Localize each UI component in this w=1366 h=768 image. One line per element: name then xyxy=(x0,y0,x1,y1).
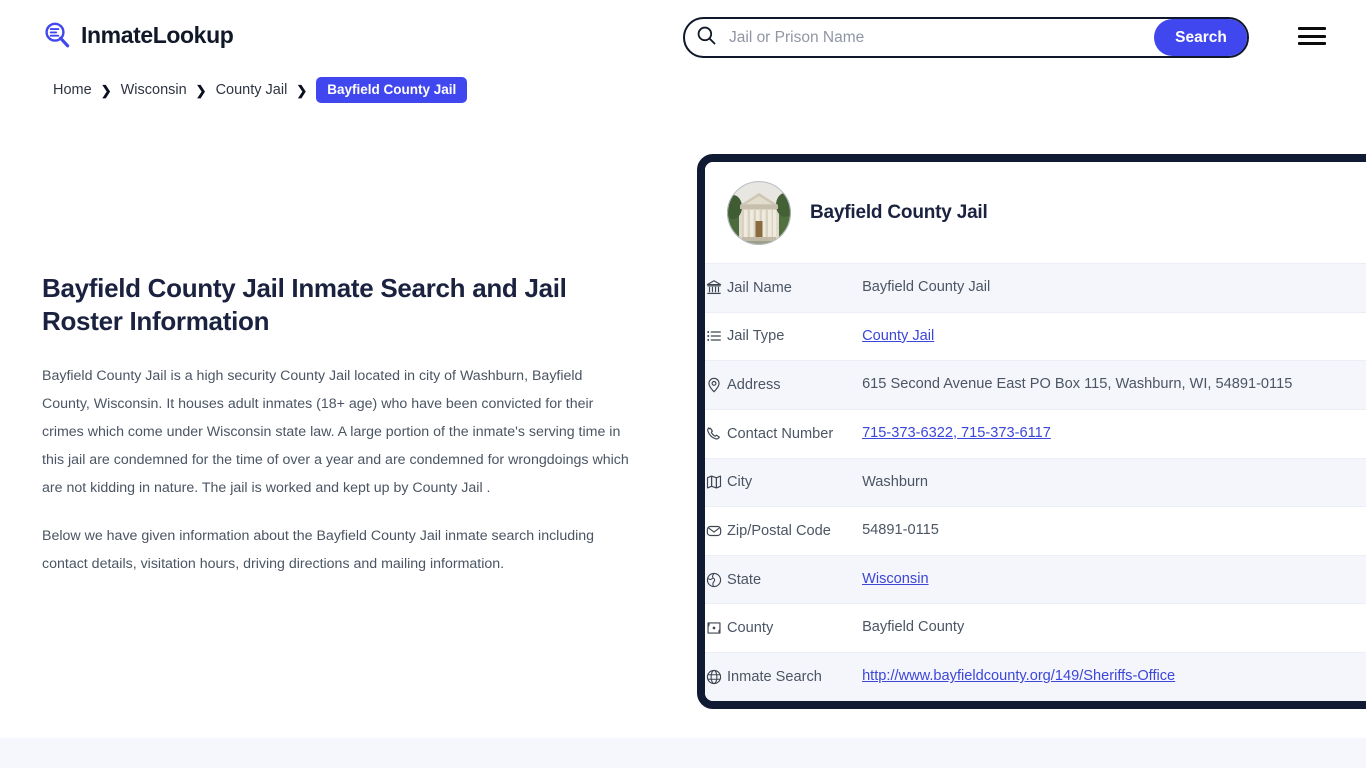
map-icon xyxy=(705,458,727,507)
row-value: http://www.bayfieldcounty.org/149/Sherif… xyxy=(862,653,1366,701)
intro-paragraph-1: Bayfield County Jail is a high security … xyxy=(42,367,629,496)
row-label: City xyxy=(727,474,753,491)
row-label: Jail Name xyxy=(727,279,792,296)
row-label: County xyxy=(727,620,774,637)
jail-info-table: Jail Name Bayfield County Jail Jail Type… xyxy=(705,263,1366,701)
county-map-icon xyxy=(705,604,727,653)
magnifier-list-icon xyxy=(42,20,72,50)
search-input[interactable] xyxy=(723,19,1154,56)
chevron-right-icon: ❯ xyxy=(296,82,308,98)
table-row: Jail Name Bayfield County Jail xyxy=(705,263,1366,313)
intro-paragraph-2: Below we have given information about th… xyxy=(42,528,595,573)
table-row: State Wisconsin xyxy=(705,555,1366,604)
breadcrumb-item-wisconsin[interactable]: Wisconsin xyxy=(121,82,187,98)
row-value: Washburn xyxy=(862,473,929,490)
hamburger-bar xyxy=(1298,27,1326,30)
row-label: Inmate Search xyxy=(727,668,822,685)
www-globe-icon xyxy=(705,653,727,701)
breadcrumb-item-county-jail[interactable]: County Jail xyxy=(216,82,288,98)
row-label: Jail Type xyxy=(727,328,785,345)
row-value: 715-373-6322, 715-373-6117 xyxy=(862,409,1366,458)
search-icon xyxy=(696,25,717,51)
chevron-right-icon: ❯ xyxy=(100,82,112,98)
article-column: Bayfield County Jail Inmate Search and J… xyxy=(42,272,642,578)
phone-icon xyxy=(705,409,727,458)
courthouse-photo xyxy=(727,181,791,245)
search-bar: Search xyxy=(683,17,1249,58)
hamburger-menu-icon[interactable] xyxy=(1298,25,1326,47)
page-title: Bayfield County Jail Inmate Search and J… xyxy=(42,273,567,336)
row-value: County Jail xyxy=(862,312,1366,361)
row-label: State xyxy=(727,571,762,588)
search-button[interactable]: Search xyxy=(1154,19,1247,56)
table-row: Zip/Postal Code 54891-0115 xyxy=(705,506,1366,556)
page-root: InmateLookup Search Home ❯ Wisconsin ❯ C… xyxy=(0,0,1366,768)
table-row: City Washburn xyxy=(705,458,1366,507)
table-row: Contact Number 715-373-6322, 715-373-611… xyxy=(705,409,1366,459)
bank-icon xyxy=(705,264,727,313)
card-header: Bayfield County Jail xyxy=(705,162,1366,263)
contact-number-link[interactable]: 715-373-6322, 715-373-6117 xyxy=(862,425,1051,441)
row-value: Bayfield County Jail xyxy=(862,279,991,295)
breadcrumb-item-current: Bayfield County Jail xyxy=(316,77,468,103)
globe-icon xyxy=(705,555,727,604)
breadcrumb-item-home[interactable]: Home xyxy=(53,82,92,98)
card-title: Bayfield County Jail xyxy=(810,202,988,223)
row-value: Bayfield County xyxy=(862,619,965,636)
breadcrumb: Home ❯ Wisconsin ❯ County Jail ❯ Bayfiel… xyxy=(53,77,468,103)
table-row: Jail Type County Jail xyxy=(705,312,1366,361)
list-icon xyxy=(705,312,727,361)
jail-info-table-body: Jail Name Bayfield County Jail Jail Type… xyxy=(705,263,1366,701)
row-value: 615 Second Avenue East PO Box 115, Washb… xyxy=(862,376,1293,393)
site-header: InmateLookup Search xyxy=(0,0,1366,72)
inmate-search-link[interactable]: http://www.bayfieldcounty.org/149/Sherif… xyxy=(862,668,1175,684)
chevron-right-icon: ❯ xyxy=(195,82,207,98)
state-link[interactable]: Wisconsin xyxy=(862,571,929,587)
table-row: Address 615 Second Avenue East PO Box 11… xyxy=(705,360,1366,410)
map-pin-icon xyxy=(705,361,727,410)
table-row: Inmate Search http://www.bayfieldcounty.… xyxy=(705,652,1366,701)
row-label: Zip/Postal Code xyxy=(727,523,831,540)
row-value: 54891-0115 xyxy=(862,522,939,539)
jail-type-link[interactable]: County Jail xyxy=(862,328,934,344)
hamburger-bar xyxy=(1298,34,1326,38)
footer-band xyxy=(0,738,1366,768)
table-row: County Bayfield County xyxy=(705,603,1366,653)
jail-info-card: Bayfield County Jail Jail Name Bayfield … xyxy=(697,154,1366,709)
row-value: Wisconsin xyxy=(862,555,1366,604)
row-label: Contact Number xyxy=(727,425,834,442)
row-label: Address xyxy=(727,377,781,394)
envelope-icon xyxy=(705,507,727,556)
hamburger-bar xyxy=(1298,42,1326,45)
brand-logo-link[interactable]: InmateLookup xyxy=(42,20,234,50)
brand-name: InmateLookup xyxy=(81,21,234,48)
